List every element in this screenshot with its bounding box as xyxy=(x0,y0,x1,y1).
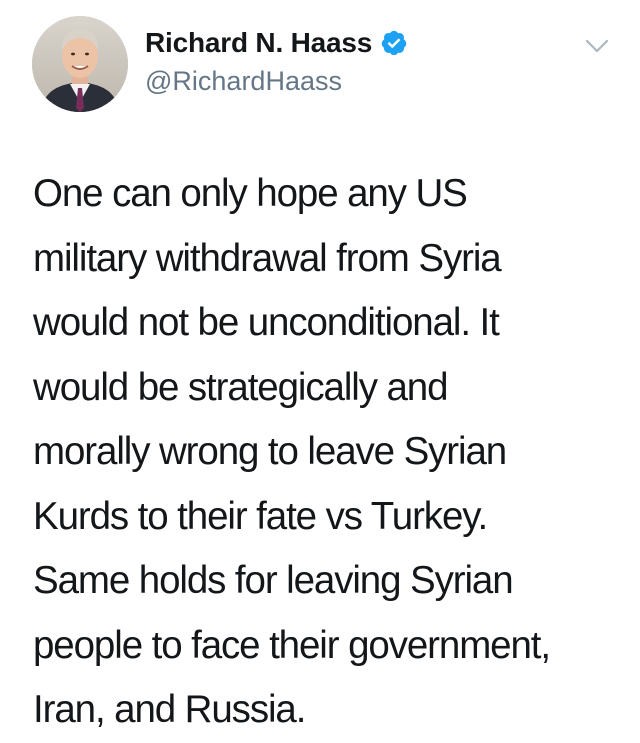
tweet-text-line: Iran, and Russia. xyxy=(33,688,306,731)
tweet-text-line: people to face their government, xyxy=(33,623,551,667)
tweet-text: One can only hope any US military withdr… xyxy=(33,162,625,743)
chevron-down-icon[interactable] xyxy=(583,36,611,56)
author-handle[interactable]: @RichardHaass xyxy=(145,66,342,97)
tweet-header: Richard N. Haass @RichardHaass xyxy=(0,0,640,130)
verified-badge-icon xyxy=(380,29,408,57)
tweet-text-line: would not be unconditional. It xyxy=(33,301,500,344)
tweet-text-line: military withdrawal from Syria xyxy=(33,236,502,280)
tweet-text-line: One can only hope any US xyxy=(33,172,468,215)
profile-photo-icon xyxy=(32,16,128,112)
tweet-text-line: Kurds to their fate vs Turkey. xyxy=(33,494,488,538)
tweet-text-line: morally wrong to leave Syrian xyxy=(33,430,507,473)
tweet-text-line: Same holds for leaving Syrian xyxy=(33,559,514,602)
tweet-text-line: would be strategically and xyxy=(33,365,449,409)
author-display-name[interactable]: Richard N. Haass xyxy=(145,27,372,59)
author-name-row[interactable]: Richard N. Haass xyxy=(145,26,408,60)
avatar[interactable] xyxy=(32,16,128,112)
